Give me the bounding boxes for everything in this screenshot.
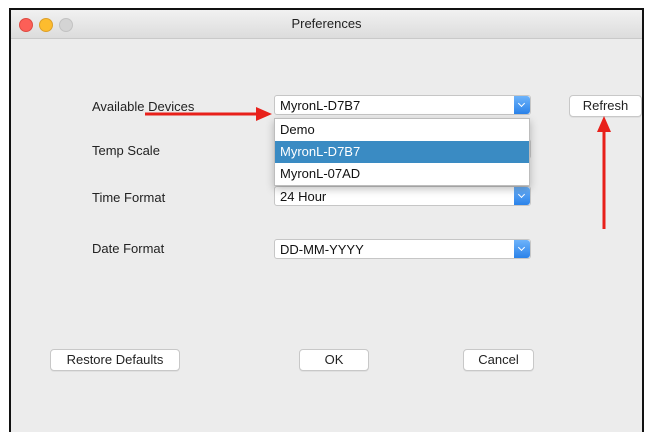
annotation-arrows bbox=[145, 107, 611, 229]
arrow-to-refresh-button bbox=[597, 116, 611, 229]
arrow-to-devices-select bbox=[145, 107, 272, 121]
